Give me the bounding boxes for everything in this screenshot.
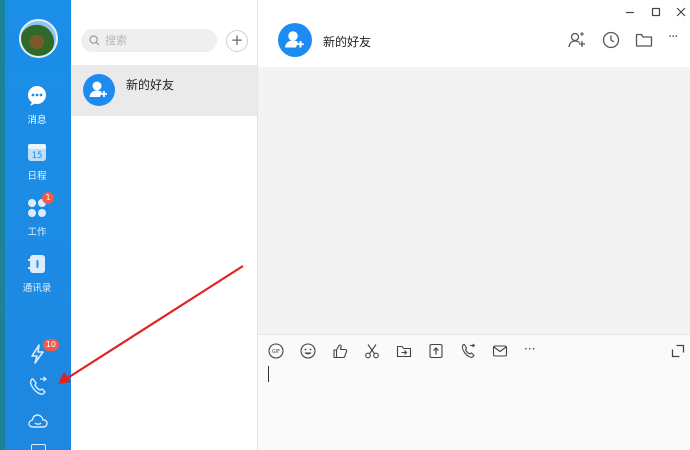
folder-icon[interactable] <box>634 30 654 50</box>
list-item-new-friends[interactable]: 新的好友 <box>71 65 257 116</box>
expand-icon[interactable] <box>671 344 687 360</box>
file-transfer-icon[interactable] <box>396 343 412 359</box>
chat-header: 新的好友 ··· <box>258 0 690 67</box>
emoji-icon[interactable] <box>300 343 316 359</box>
minimize-icon[interactable] <box>623 5 637 19</box>
nav-lightning-button[interactable]: 10 <box>27 339 59 365</box>
search-input[interactable] <box>105 34 205 47</box>
maximize-icon[interactable] <box>649 5 663 19</box>
add-friend-icon <box>83 74 115 106</box>
nav-label-messages: 消息 <box>27 115 47 126</box>
calendar-icon: 15 <box>26 141 48 163</box>
nav-more-icon[interactable] <box>31 444 46 450</box>
nav-label-work: 工作 <box>27 227 47 238</box>
nav-item-calendar[interactable]: 15 日程 <box>9 141 65 182</box>
cloud-icon <box>27 410 49 432</box>
calendar-day-number: 15 <box>32 151 43 161</box>
nav-item-contacts[interactable]: 通讯录 <box>9 253 65 294</box>
apps-grid-icon: 1 <box>26 192 54 219</box>
nav-label-calendar: 日程 <box>27 171 47 182</box>
nav-label-contacts: 通讯录 <box>22 283 52 294</box>
scissors-icon[interactable] <box>364 343 380 359</box>
more-icon[interactable]: ··· <box>668 30 688 50</box>
chat-title: 新的好友 <box>323 35 372 49</box>
chat-bubble-icon <box>26 85 48 107</box>
search-box[interactable] <box>81 29 217 52</box>
mail-icon[interactable] <box>492 343 508 359</box>
nav-phone-button[interactable] <box>27 376 49 398</box>
history-clock-icon[interactable] <box>601 30 621 50</box>
search-icon <box>89 35 100 46</box>
user-avatar[interactable] <box>19 19 58 58</box>
close-icon[interactable] <box>674 5 688 19</box>
toolbar-more-icon[interactable]: ··· <box>524 343 540 359</box>
phone-call-icon <box>27 376 49 398</box>
phone-call-icon[interactable] <box>460 343 476 359</box>
text-caret <box>268 366 269 382</box>
work-badge: 1 <box>42 192 54 204</box>
chat-avatar-add-friend-icon <box>278 23 312 57</box>
thumbs-up-icon[interactable] <box>332 343 348 359</box>
list-item-name: 新的好友 <box>126 78 175 92</box>
nav-item-work[interactable]: 1 工作 <box>9 192 65 238</box>
lightning-badge: 10 <box>42 339 59 351</box>
left-nav: 消息 15 日程 1 工作 通讯录 10 <box>0 0 71 450</box>
chat-area: 新的好友 ··· GIF ··· <box>258 0 690 450</box>
nav-item-messages[interactable]: 消息 <box>9 85 65 126</box>
contacts-icon <box>26 253 48 275</box>
gif-label: GIF <box>272 349 280 355</box>
add-person-icon[interactable] <box>567 30 587 50</box>
upload-icon[interactable] <box>428 343 444 359</box>
gif-icon[interactable]: GIF <box>268 343 284 359</box>
nav-cloud-button[interactable] <box>27 410 49 432</box>
conversation-panel: + 新的好友 <box>71 0 258 450</box>
add-button[interactable]: + <box>226 30 248 52</box>
message-composer[interactable]: GIF ··· <box>258 334 690 450</box>
